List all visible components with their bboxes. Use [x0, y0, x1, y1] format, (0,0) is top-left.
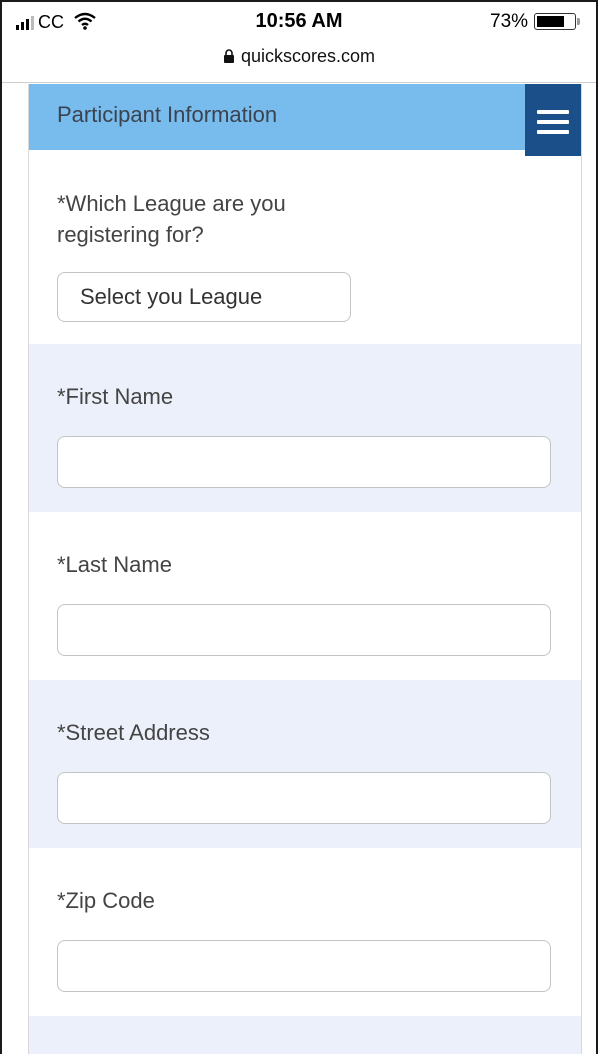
- zip-code-label: *Zip Code: [57, 888, 155, 913]
- league-select[interactable]: Select you League: [57, 272, 351, 322]
- status-bar: CC 10:56 AM 73%: [2, 2, 596, 42]
- league-label-line2: registering for?: [57, 222, 204, 247]
- first-name-section: *First Name: [29, 344, 581, 512]
- zip-code-section: *Zip Code: [29, 848, 581, 1016]
- last-name-label: *Last Name: [57, 552, 172, 577]
- last-name-section: *Last Name: [29, 512, 581, 680]
- street-address-label: *Street Address: [57, 720, 210, 745]
- browser-divider: [2, 82, 596, 83]
- next-section-partial: [29, 1016, 581, 1054]
- league-section: *Which League are you registering for? S…: [29, 150, 581, 344]
- phone-screen: CC 10:56 AM 73% quickscores.com Particip…: [0, 0, 598, 1054]
- page-header: Participant Information: [29, 84, 581, 150]
- zip-code-input[interactable]: [57, 940, 551, 992]
- battery-icon: [534, 13, 576, 30]
- street-address-section: *Street Address: [29, 680, 581, 848]
- league-label-line1: *Which League are you: [57, 191, 286, 216]
- battery-tip: [577, 18, 580, 25]
- hamburger-menu-icon[interactable]: [525, 84, 581, 156]
- registration-page: Participant Information *Which League ar…: [28, 84, 582, 1054]
- address-bar[interactable]: quickscores.com: [2, 46, 596, 76]
- street-address-input[interactable]: [57, 772, 551, 824]
- battery-percentage: 73%: [490, 11, 529, 32]
- url-text: quickscores.com: [240, 46, 376, 66]
- first-name-input[interactable]: [57, 436, 551, 488]
- page-title: Participant Information: [57, 102, 278, 127]
- last-name-input[interactable]: [57, 604, 551, 656]
- lock-icon: [223, 49, 234, 63]
- first-name-label: *First Name: [57, 384, 174, 409]
